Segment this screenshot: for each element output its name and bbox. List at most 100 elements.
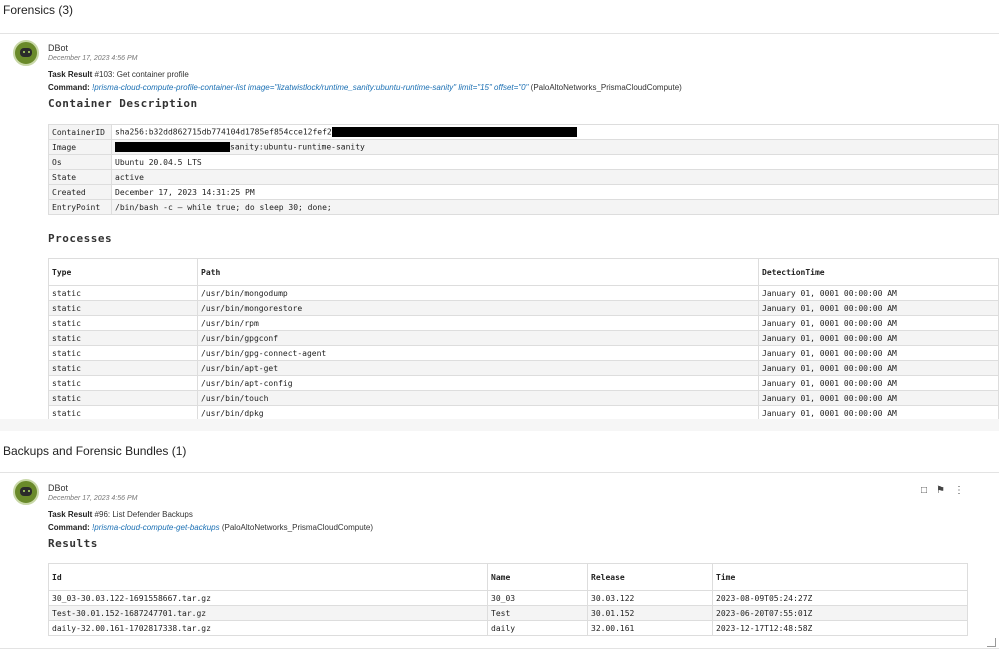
dbot-avatar <box>13 479 39 505</box>
table-cell: 30.01.152 <box>587 605 713 621</box>
table-cell: 2023-06-20T07:55:01Z <box>712 605 968 621</box>
command-line: Command: !prisma-cloud-compute-get-backu… <box>48 523 373 532</box>
table-row: static/usr/bin/mongorestore January 01, 0… <box>48 300 999 316</box>
table-row: Test-30.01.152-1687247701.tar.gz Test 30.0… <box>48 605 968 621</box>
container-description-heading: Container Description <box>48 97 198 110</box>
table-cell: /usr/bin/mongodump <box>197 285 759 301</box>
table-cell: January 01, 0001 00:00:00 AM <box>758 345 999 361</box>
container-row: ContainerID sha256:b32dd862715db774104d17… <box>48 124 999 140</box>
table-row: static/usr/bin/gpg-connect-agent January … <box>48 345 999 361</box>
table-cell: static <box>48 390 198 406</box>
task-result-line: Task Result #103: Get container profile <box>48 70 189 79</box>
container-key: Image <box>48 139 112 155</box>
table-cell: static <box>48 345 198 361</box>
table-cell: Test <box>487 605 588 621</box>
container-key: State <box>48 169 112 185</box>
container-row: EntryPoint/bin/bash -c — while true; do … <box>48 199 999 215</box>
entry-author: DBot <box>48 483 69 493</box>
processes-heading: Processes <box>48 232 113 245</box>
table-cell: 2023-12-17T12:48:58Z <box>712 620 968 636</box>
table-row: daily-32.00.161-1702817338.tar.gz daily 32… <box>48 620 968 636</box>
task-result-line: Task Result #96: List Defender Backups <box>48 510 193 519</box>
table-cell: static <box>48 375 198 391</box>
table-cell: /usr/bin/touch <box>197 390 759 406</box>
table-cell: /usr/bin/gpg-connect-agent <box>197 345 759 361</box>
table-cell: 30_03 <box>487 590 588 606</box>
section-gap <box>0 419 999 431</box>
container-row: Created December 17, 2023 14:31:25 PM <box>48 184 999 200</box>
container-row: State active <box>48 169 999 185</box>
integration-name: (PaloAltoNetworks_PrismaCloudCompute) <box>221 523 374 532</box>
table-cell: /usr/bin/apt-config <box>197 375 759 391</box>
table-row: static/usr/bin/apt-get January 01, 0001 0… <box>48 360 999 376</box>
column-header: Id <box>48 563 488 591</box>
command-link[interactable]: !prisma-cloud-compute-profile-container-… <box>92 83 528 92</box>
container-row: Os Ubuntu 20.04.5 LTS <box>48 154 999 170</box>
command-link[interactable]: !prisma-cloud-compute-get-backups <box>92 523 220 532</box>
task-text: #103: Get container profile <box>94 70 189 79</box>
processes-panel[interactable]: Type Path DetectionTime static/usr/bin/mon… <box>0 258 999 419</box>
column-header: Release <box>587 563 713 591</box>
task-label: Task Result <box>48 70 93 79</box>
container-description-table: ContainerID sha256:b32dd862715db774104d17… <box>48 124 999 215</box>
container-key: EntryPoint <box>48 199 112 215</box>
table-cell: January 01, 0001 00:00:00 AM <box>758 360 999 376</box>
table-cell: daily-32.00.161-1702817338.tar.gz <box>48 620 488 636</box>
column-header: Type <box>48 258 198 286</box>
command-label: Command: <box>48 523 90 532</box>
table-cell: January 01, 0001 00:00:00 AM <box>758 405 999 419</box>
task-text: #96: List Defender Backups <box>94 510 193 519</box>
task-label: Task Result <box>48 510 93 519</box>
redacted-block <box>331 127 577 137</box>
note-icon[interactable]: □ <box>921 485 927 496</box>
table-cell: /usr/bin/apt-get <box>197 360 759 376</box>
flag-icon[interactable]: ⚑ <box>936 485 945 496</box>
table-cell: Test-30.01.152-1687247701.tar.gz <box>48 605 488 621</box>
table-cell: January 01, 0001 00:00:00 AM <box>758 300 999 316</box>
table-cell: January 01, 0001 00:00:00 AM <box>758 330 999 346</box>
divider <box>0 472 999 473</box>
container-value: sanity:ubuntu-runtime-sanity <box>111 139 999 155</box>
container-row: Image sanity:ubuntu-runtime-sanity <box>48 139 999 155</box>
command-line: Command: !prisma-cloud-compute-profile-c… <box>48 83 682 92</box>
container-value: /bin/bash -c — while true; do sleep 30; … <box>111 199 999 215</box>
column-header: Path <box>197 258 759 286</box>
backups-section-title: Backups and Forensic Bundles (1) <box>3 444 187 458</box>
table-cell: static <box>48 330 198 346</box>
table-cell: January 01, 0001 00:00:00 AM <box>758 285 999 301</box>
dbot-avatar <box>13 40 39 66</box>
more-icon[interactable]: ⋮ <box>954 485 964 496</box>
table-cell: /usr/bin/rpm <box>197 315 759 331</box>
table-row: static/usr/bin/apt-config January 01, 000… <box>48 375 999 391</box>
integration-name: (PaloAltoNetworks_PrismaCloudCompute) <box>530 83 682 92</box>
table-row: static/usr/bin/dpkg January 01, 0001 00:0… <box>48 405 999 419</box>
table-cell: static <box>48 315 198 331</box>
results-heading: Results <box>48 537 98 550</box>
table-row: static/usr/bin/mongodump January 01, 0001… <box>48 285 999 301</box>
container-value: active <box>111 169 999 185</box>
divider <box>0 33 999 34</box>
entry-date: December 17, 2023 4:56 PM <box>48 55 138 62</box>
resize-handle[interactable] <box>987 638 996 647</box>
container-key: Created <box>48 184 112 200</box>
divider <box>0 648 999 649</box>
table-cell: January 01, 0001 00:00:00 AM <box>758 315 999 331</box>
column-header: Name <box>487 563 588 591</box>
container-value: Ubuntu 20.04.5 LTS <box>111 154 999 170</box>
table-cell: static <box>48 405 198 419</box>
command-label: Command: <box>48 83 90 92</box>
table-row: static/usr/bin/rpm January 01, 0001 00:00… <box>48 315 999 331</box>
table-cell: January 01, 0001 00:00:00 AM <box>758 375 999 391</box>
column-header: DetectionTime <box>758 258 999 286</box>
table-cell: 2023-08-09T05:24:27Z <box>712 590 968 606</box>
table-cell: /usr/bin/gpgconf <box>197 330 759 346</box>
table-cell: 32.00.161 <box>587 620 713 636</box>
table-cell: static <box>48 300 198 316</box>
processes-table: Type Path DetectionTime static/usr/bin/mon… <box>48 258 999 419</box>
redacted-block <box>115 142 230 152</box>
container-value: December 17, 2023 14:31:25 PM <box>111 184 999 200</box>
table-row: 30_03-30.03.122-1691558667.tar.gz 30_03 30… <box>48 590 968 606</box>
column-header: Time <box>712 563 968 591</box>
table-cell: /usr/bin/dpkg <box>197 405 759 419</box>
results-panel[interactable]: Id Name Release Time 30_03-30.03.122-169155… <box>0 563 999 636</box>
